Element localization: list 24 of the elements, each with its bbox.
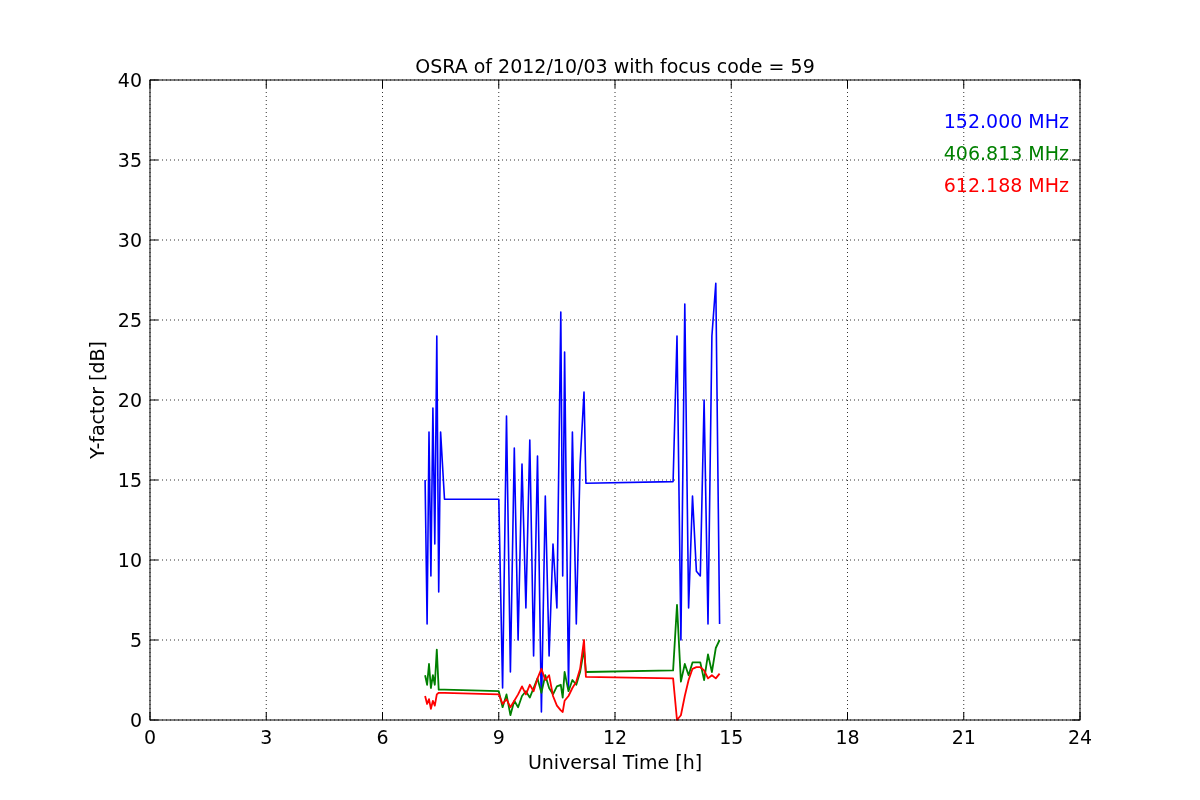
tick-label: 20 xyxy=(117,389,142,411)
legend-label: 406.813 MHz xyxy=(943,142,1069,164)
tick-label: 0 xyxy=(129,709,142,731)
tick-label: 0 xyxy=(143,726,157,748)
tick-label: 5 xyxy=(129,629,142,651)
tick-label: 40 xyxy=(117,69,142,91)
chart-title: OSRA of 2012/10/03 with focus code = 59 xyxy=(415,55,815,77)
tick-label: 21 xyxy=(951,726,976,748)
tick-label: 30 xyxy=(117,229,142,251)
legend-label: 612.188 MHz xyxy=(943,174,1069,196)
tick-label: 6 xyxy=(376,726,389,748)
tick-label: 24 xyxy=(1067,726,1093,748)
tick-label: 35 xyxy=(117,149,142,171)
tick-label: 9 xyxy=(492,726,505,748)
legend-label: 152.000 MHz xyxy=(943,110,1069,132)
tick-label: 15 xyxy=(719,726,744,748)
tick-label: 10 xyxy=(117,549,142,571)
tick-label: 18 xyxy=(835,726,860,748)
tick-label: 15 xyxy=(117,469,142,491)
tick-label: 12 xyxy=(602,726,628,748)
x-axis-label: Universal Time [h] xyxy=(527,751,703,773)
tick-label: 3 xyxy=(260,726,273,748)
tick-label: 25 xyxy=(117,309,142,331)
y-axis-label: Y-factor [dB] xyxy=(86,341,108,459)
